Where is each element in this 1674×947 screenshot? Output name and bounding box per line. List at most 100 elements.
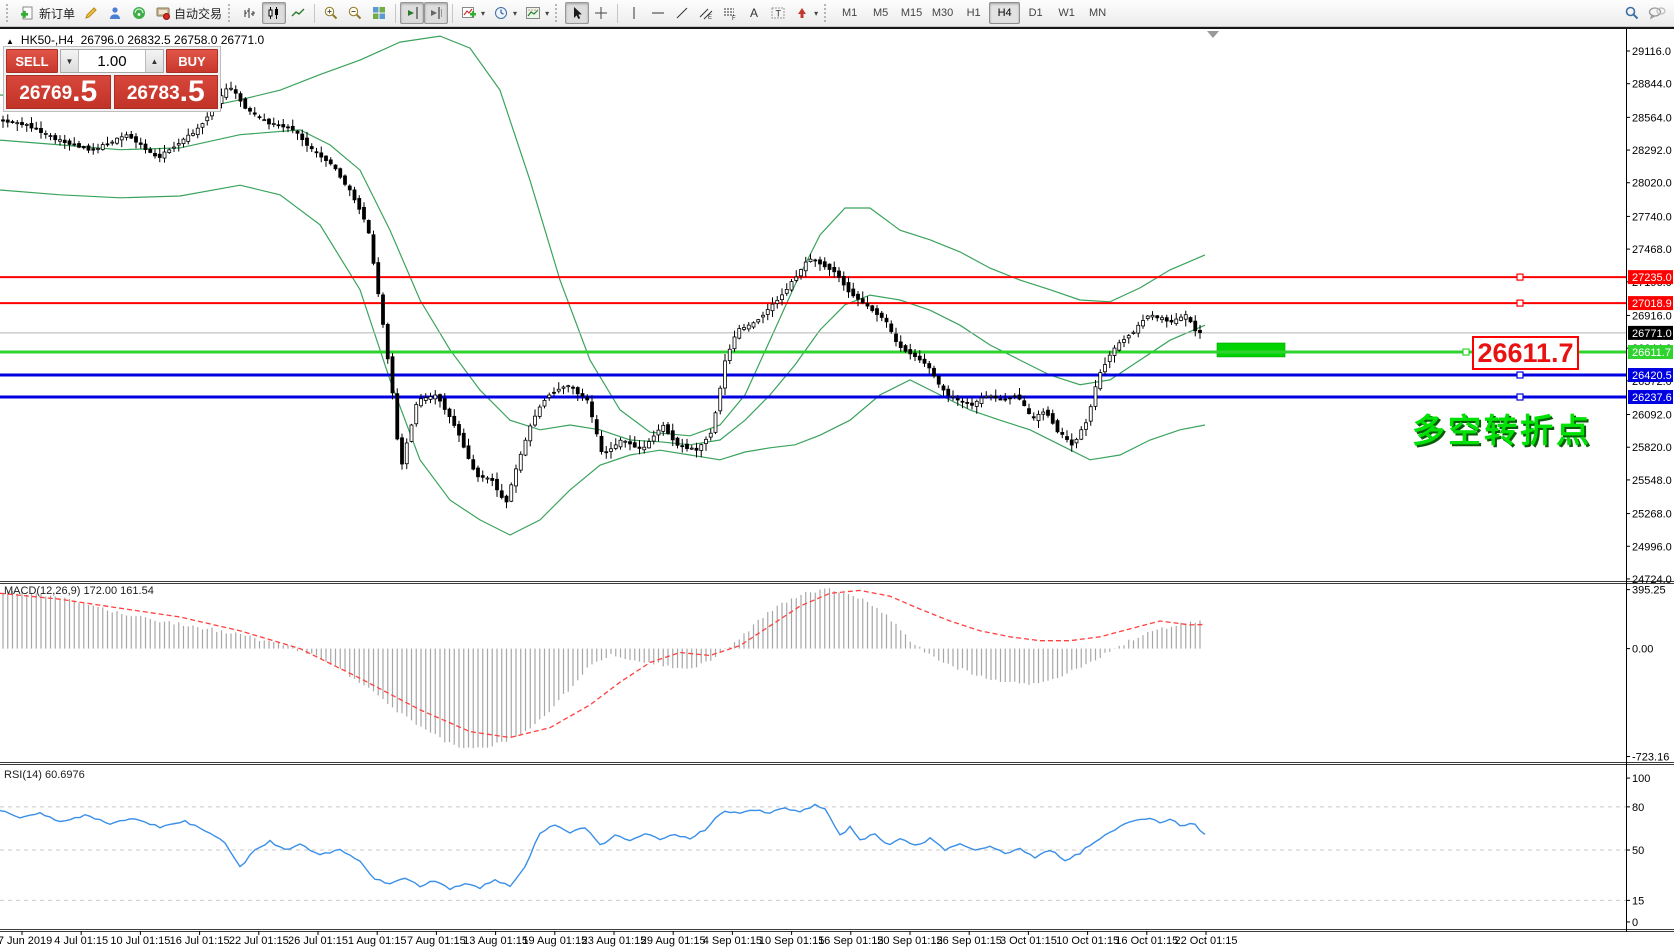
chart-template-icon <box>525 5 541 21</box>
timeframe-h4[interactable]: H4 <box>989 2 1020 24</box>
toolbar-grip <box>555 4 561 22</box>
zoom-out-button[interactable] <box>343 2 367 24</box>
search-button[interactable] <box>1620 2 1644 24</box>
toolbar-separator <box>452 4 453 23</box>
time-axis-label[interactable]: 27 Jun 2019 <box>0 935 52 947</box>
time-axis-label[interactable]: 10 Oct 01:15 <box>1056 935 1119 947</box>
crosshair-tool-button[interactable] <box>589 2 613 24</box>
svg-text:395.25: 395.25 <box>1632 585 1666 597</box>
sell-button[interactable]: SELL <box>6 49 58 73</box>
time-axis-label[interactable]: 7 Aug 01:15 <box>407 935 466 947</box>
buy-button[interactable]: BUY <box>166 49 218 73</box>
time-axis-label[interactable]: 29 Aug 01:15 <box>641 935 706 947</box>
time-axis-label[interactable]: 4 Jul 01:15 <box>54 935 108 947</box>
toolbar-grip <box>6 4 12 22</box>
time-axis-label[interactable]: 23 Aug 01:15 <box>582 935 647 947</box>
equidistant-channel-icon: E <box>698 5 714 21</box>
volume-input[interactable]: 1.00 <box>79 50 145 72</box>
volume-increase-button[interactable]: ▲ <box>145 50 163 72</box>
cursor-tool-button[interactable] <box>565 2 589 24</box>
chart-shift-button[interactable] <box>424 2 448 24</box>
timeframe-m30[interactable]: M30 <box>927 2 958 24</box>
svg-text:0: 0 <box>1632 917 1638 929</box>
dropdown-caret: ▾ <box>814 9 818 18</box>
chat-button[interactable] <box>1644 2 1670 24</box>
time-axis-label[interactable]: 1 Aug 01:15 <box>348 935 407 947</box>
autotrading-button[interactable]: 自动交易 <box>151 2 226 24</box>
svg-text:29116.0: 29116.0 <box>1632 46 1671 58</box>
fibonacci-icon: F <box>722 5 738 21</box>
tile-windows-icon <box>371 5 387 21</box>
time-axis-label[interactable]: 26 Jul 01:15 <box>288 935 348 947</box>
timeframe-m1[interactable]: M1 <box>834 2 865 24</box>
add-indicator-button[interactable]: ▾ <box>457 2 489 24</box>
horizontal-line-tool-button[interactable] <box>646 2 670 24</box>
toolbar-grip <box>228 4 234 22</box>
new-order-button[interactable]: 新订单 <box>16 2 79 24</box>
dropdown-caret: ▾ <box>513 9 517 18</box>
time-axis-label[interactable]: 22 Jul 01:15 <box>229 935 289 947</box>
timeframe-group: M1M5M15M30H1H4D1W1MN <box>834 2 1113 24</box>
macd-indicator-label: MACD(12,26,9) 172.00 161.54 <box>4 585 154 597</box>
timeframe-d1[interactable]: D1 <box>1020 2 1051 24</box>
time-axis-label[interactable]: 20 Sep 01:15 <box>877 935 942 947</box>
volume-decrease-button[interactable]: ▼ <box>61 50 79 72</box>
candlestick-chart-button[interactable] <box>262 2 286 24</box>
bar-chart-icon <box>242 5 258 21</box>
time-axis-label[interactable]: 19 Aug 01:15 <box>522 935 587 947</box>
svg-text:28292.0: 28292.0 <box>1632 145 1672 157</box>
timeframe-mn[interactable]: MN <box>1082 2 1113 24</box>
timeframe-m15[interactable]: M15 <box>896 2 927 24</box>
timeframe-w1[interactable]: W1 <box>1051 2 1082 24</box>
zoom-in-button[interactable] <box>319 2 343 24</box>
svg-text:26420.5: 26420.5 <box>1632 370 1672 382</box>
buy-price-display[interactable]: 26783 .5 <box>114 75 219 109</box>
svg-text:A: A <box>750 6 758 20</box>
collapse-arrow-icon[interactable]: ▲ <box>6 37 14 46</box>
crosshair-icon <box>593 5 609 21</box>
time-axis-label[interactable]: 16 Jul 01:15 <box>170 935 230 947</box>
arrows-tool-button[interactable]: ▾ <box>790 2 822 24</box>
svg-text:F: F <box>732 16 736 21</box>
toolbar-separator <box>617 4 618 23</box>
time-axis-label[interactable]: 26 Sep 01:15 <box>936 935 1001 947</box>
vertical-line-tool-button[interactable] <box>622 2 646 24</box>
label-tool-button[interactable]: T <box>766 2 790 24</box>
time-axis-label[interactable]: 10 Sep 01:15 <box>759 935 824 947</box>
time-axis-label[interactable]: 22 Oct 01:15 <box>1175 935 1238 947</box>
chart-canvas[interactable]: 29116.028844.028564.028292.028020.027740… <box>0 0 1674 947</box>
turning-point-note[interactable]: 多空转折点 <box>1412 404 1592 452</box>
svg-text:26237.6: 26237.6 <box>1632 392 1672 404</box>
channel-tool-button[interactable]: E <box>694 2 718 24</box>
time-axis-label[interactable]: 13 Aug 01:15 <box>463 935 528 947</box>
text-tool-button[interactable]: A <box>742 2 766 24</box>
bar-chart-button[interactable] <box>238 2 262 24</box>
line-chart-button[interactable] <box>286 2 310 24</box>
fibonacci-tool-button[interactable]: F <box>718 2 742 24</box>
metaeditor-button[interactable] <box>79 2 103 24</box>
timeframe-m5[interactable]: M5 <box>865 2 896 24</box>
community-button[interactable] <box>103 2 127 24</box>
signals-button[interactable] <box>127 2 151 24</box>
svg-text:T: T <box>776 9 782 19</box>
buy-price-int: 26783 <box>127 81 180 107</box>
sell-price-display[interactable]: 26769 .5 <box>6 75 111 109</box>
time-axis-label[interactable]: 16 Oct 01:15 <box>1115 935 1178 947</box>
svg-text:25268.0: 25268.0 <box>1632 509 1672 521</box>
timeframe-h1[interactable]: H1 <box>958 2 989 24</box>
time-axis-label[interactable]: 10 Jul 01:15 <box>110 935 170 947</box>
symbol-name: HK50-,H4 <box>21 33 74 47</box>
time-axis-label[interactable]: 3 Oct 01:15 <box>1000 935 1057 947</box>
new-order-label: 新订单 <box>39 5 75 22</box>
chart-template-button[interactable]: ▾ <box>521 2 553 24</box>
tile-windows-button[interactable] <box>367 2 391 24</box>
time-axis-label[interactable]: 16 Sep 01:15 <box>818 935 883 947</box>
period-button[interactable]: ▾ <box>489 2 521 24</box>
sell-price-frac: .5 <box>72 77 97 107</box>
price-callout-box[interactable]: 26611.7 <box>1472 336 1579 370</box>
time-axis-label[interactable]: 4 Sep 01:15 <box>703 935 762 947</box>
sell-price-int: 26769 <box>19 81 72 107</box>
trendline-tool-button[interactable] <box>670 2 694 24</box>
auto-scroll-icon <box>404 5 420 21</box>
auto-scroll-button[interactable] <box>400 2 424 24</box>
